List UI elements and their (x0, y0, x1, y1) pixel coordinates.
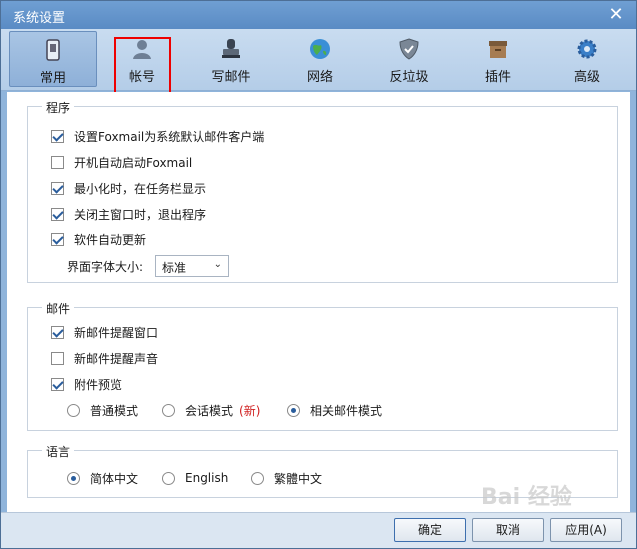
box-icon (489, 41, 507, 58)
option-autostart[interactable]: 开机自动启动Foxmail (51, 153, 192, 171)
checkbox[interactable] (51, 232, 64, 246)
new-badge: (新) (239, 403, 261, 418)
option-new-mail-window[interactable]: 新邮件提醒窗口 (51, 323, 158, 341)
tab-compose-label: 写邮件 (211, 70, 251, 85)
tab-advanced[interactable]: 高级 (543, 31, 631, 87)
settings-window: 系统设置 ✕ 常用 帐号 写邮件 网络 反垃圾 插件 高级 程序 设置Foxma… (0, 0, 637, 549)
user-icon (133, 40, 151, 59)
globe-icon (310, 39, 330, 59)
settings-content: 程序 设置Foxmail为系统默认邮件客户端 开机自动启动Foxmail 最小化… (7, 92, 630, 512)
option-attachment-preview[interactable]: 附件预览 (51, 375, 122, 393)
tab-plugins[interactable]: 插件 (454, 31, 542, 87)
option-label: 关闭主窗口时，退出程序 (74, 207, 207, 222)
option-new-mail-sound[interactable]: 新邮件提醒声音 (51, 349, 158, 367)
radio-button[interactable] (67, 403, 80, 417)
font-size-label: 界面字体大小: (67, 259, 144, 274)
tab-account[interactable]: 帐号 (98, 31, 186, 87)
language-group-title: 语言 (42, 443, 75, 460)
cancel-button[interactable]: 取消 (472, 518, 544, 542)
tab-general[interactable]: 常用 (9, 31, 97, 87)
lang-label: 繁體中文 (274, 471, 323, 486)
close-icon[interactable]: ✕ (606, 5, 626, 25)
option-label: 附件预览 (74, 377, 123, 392)
tab-antispam[interactable]: 反垃圾 (365, 31, 453, 87)
lang-traditional[interactable]: 繁體中文 (251, 469, 322, 487)
radio-button[interactable] (251, 471, 264, 485)
window-title: 系统设置 (13, 11, 66, 26)
checkbox[interactable] (51, 325, 64, 339)
mode-related[interactable]: 相关邮件模式 (287, 401, 382, 419)
radio-button[interactable] (162, 403, 175, 417)
mode-conversation[interactable]: 会话模式 (新) (162, 401, 260, 419)
tab-antispam-label: 反垃圾 (389, 70, 429, 85)
option-label: 软件自动更新 (74, 232, 147, 247)
radio-button[interactable] (67, 471, 80, 485)
program-group-title: 程序 (42, 99, 75, 116)
lang-label: English (185, 471, 229, 485)
checkbox[interactable] (51, 351, 64, 365)
title-bar: 系统设置 ✕ (1, 1, 636, 29)
option-label: 最小化时，在任务栏显示 (74, 181, 207, 196)
mode-normal[interactable]: 普通模式 (67, 401, 138, 419)
tab-general-label: 常用 (39, 71, 66, 86)
checkbox[interactable] (51, 155, 64, 169)
font-size-row: 界面字体大小: (67, 257, 143, 275)
tab-network[interactable]: 网络 (276, 31, 364, 87)
lang-english[interactable]: English (162, 469, 228, 487)
option-auto-update[interactable]: 软件自动更新 (51, 230, 146, 248)
tab-compose[interactable]: 写邮件 (187, 31, 275, 87)
settings-toolbar: 常用 帐号 写邮件 网络 反垃圾 插件 高级 (1, 29, 636, 91)
tab-network-label: 网络 (306, 70, 333, 85)
shield-icon (399, 38, 419, 60)
checkbox[interactable] (51, 207, 64, 221)
tab-account-label: 帐号 (128, 70, 155, 85)
dialog-footer: 确定 取消 应用(A) (1, 512, 636, 548)
radio-button[interactable] (162, 471, 175, 485)
lang-label: 简体中文 (90, 471, 139, 486)
font-size-value: 标准 (162, 261, 187, 275)
font-size-select[interactable]: 标准 ⌄ (155, 255, 229, 277)
ok-button[interactable]: 确定 (394, 518, 466, 542)
tab-advanced-label: 高级 (573, 70, 600, 85)
mail-group-title: 邮件 (42, 300, 75, 317)
tab-plugins-label: 插件 (484, 70, 511, 85)
mode-label: 会话模式 (185, 403, 234, 418)
radio-button[interactable] (287, 403, 300, 417)
mode-label: 普通模式 (90, 403, 139, 418)
option-label: 新邮件提醒声音 (74, 351, 159, 366)
stamp-icon (222, 39, 240, 58)
option-default-client[interactable]: 设置Foxmail为系统默认邮件客户端 (51, 127, 264, 145)
option-close-exit[interactable]: 关闭主窗口时，退出程序 (51, 205, 206, 223)
option-minimize-taskbar[interactable]: 最小化时，在任务栏显示 (51, 179, 206, 197)
option-label: 新邮件提醒窗口 (74, 325, 159, 340)
checkbox[interactable] (51, 181, 64, 195)
checkbox[interactable] (51, 129, 64, 143)
gear-icon (577, 39, 597, 59)
mode-label: 相关邮件模式 (310, 403, 383, 418)
apply-button[interactable]: 应用(A) (550, 518, 622, 542)
option-label: 设置Foxmail为系统默认邮件客户端 (74, 129, 265, 144)
phone-icon (46, 39, 60, 61)
option-label: 开机自动启动Foxmail (74, 155, 193, 170)
chevron-down-icon: ⌄ (213, 259, 222, 270)
checkbox[interactable] (51, 377, 64, 391)
lang-simplified[interactable]: 简体中文 (67, 469, 138, 487)
